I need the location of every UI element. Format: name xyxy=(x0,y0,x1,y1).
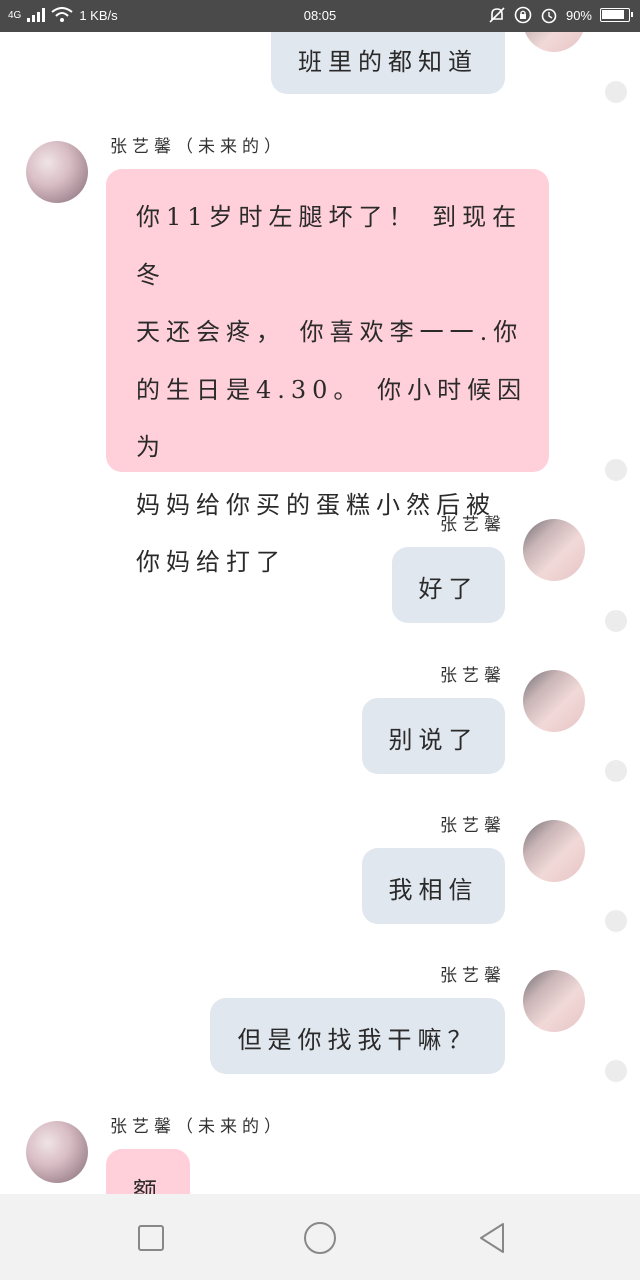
message-line: 但是你找我干嘛？ xyxy=(237,1026,478,1054)
home-button[interactable] xyxy=(300,1218,340,1258)
mute-bell-icon xyxy=(489,7,505,23)
message-bubble[interactable]: 班里的都知道 xyxy=(271,32,505,94)
avatar[interactable] xyxy=(26,1121,88,1183)
alarm-icon xyxy=(541,8,557,24)
sender-name: 张艺馨（未来的） xyxy=(110,1117,286,1137)
message-line: 额 xyxy=(133,1177,163,1194)
message-bubble[interactable]: 但是你找我干嘛？ xyxy=(210,998,505,1074)
battery-icon xyxy=(600,8,633,22)
rotation-lock-icon xyxy=(514,6,532,24)
triangle-back-icon xyxy=(480,1223,504,1253)
sender-name: 张艺馨 xyxy=(440,666,506,686)
sender-name: 张艺馨 xyxy=(440,515,506,535)
recent-apps-button[interactable] xyxy=(131,1218,171,1258)
message-line: 班里的都知道 xyxy=(298,48,478,76)
circle-icon xyxy=(304,1222,336,1254)
message-line: 好了 xyxy=(418,575,479,603)
message-line: 你11岁时左腿坏了！ 到现在冬 xyxy=(136,203,523,289)
avatar[interactable] xyxy=(523,970,585,1032)
status-bar: 4G 1 KB/s 08:05 90% xyxy=(0,0,640,32)
message-bubble[interactable]: 我相信 xyxy=(362,848,505,924)
avatar[interactable] xyxy=(523,670,585,732)
sender-name: 张艺馨 xyxy=(440,816,506,836)
status-dot xyxy=(605,760,627,782)
message-line: 我相信 xyxy=(388,876,479,904)
message-bubble[interactable]: 好了 xyxy=(392,547,505,623)
status-dot xyxy=(605,1060,627,1082)
message-line: 天还会疼， 你喜欢李一一.你 xyxy=(136,318,524,346)
status-dot xyxy=(605,459,627,481)
avatar[interactable] xyxy=(26,141,88,203)
sender-name: 张艺馨（未来的） xyxy=(110,137,286,157)
sender-name: 张艺馨 xyxy=(440,966,506,986)
avatar[interactable] xyxy=(523,820,585,882)
navigation-bar xyxy=(0,1194,640,1280)
battery-percent: 90% xyxy=(565,7,592,23)
status-dot xyxy=(605,81,627,103)
message-bubble[interactable]: 额 xyxy=(106,1149,190,1194)
chat-list[interactable]: 班里的都知道 张艺馨（未来的） 你11岁时左腿坏了！ 到现在冬 天还会疼， 你喜… xyxy=(0,32,640,1194)
message-line: 的生日是4.30。 你小时候因为 xyxy=(136,375,528,462)
message-bubble[interactable]: 你11岁时左腿坏了！ 到现在冬 天还会疼， 你喜欢李一一.你 的生日是4.30。… xyxy=(106,169,549,576)
message-bubble[interactable]: 别说了 xyxy=(362,698,505,774)
status-right: 90% xyxy=(488,6,633,24)
square-icon xyxy=(138,1225,164,1251)
back-button[interactable] xyxy=(472,1218,512,1258)
avatar[interactable] xyxy=(523,519,585,581)
status-dot xyxy=(605,910,627,932)
message-line: 别说了 xyxy=(388,726,479,754)
avatar[interactable] xyxy=(523,32,585,52)
status-dot xyxy=(605,610,627,632)
